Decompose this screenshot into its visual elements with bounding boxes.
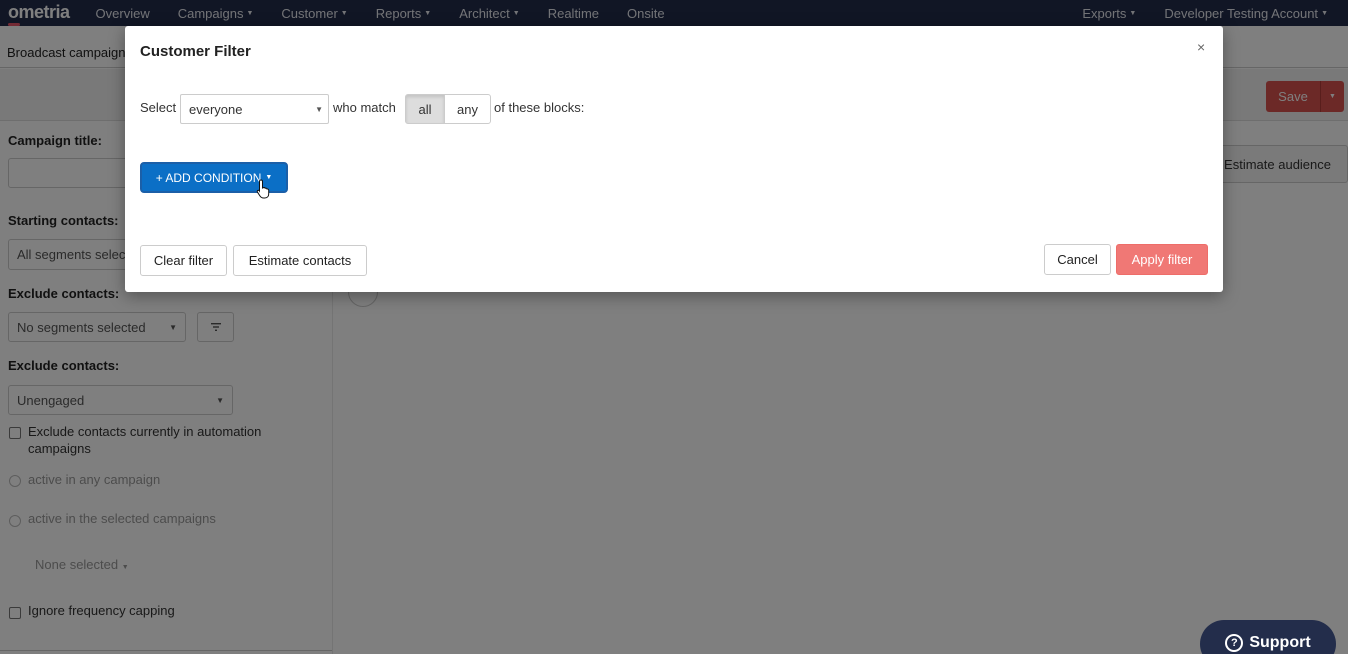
clear-filter-button[interactable]: Clear filter — [140, 245, 227, 276]
support-label: Support — [1249, 634, 1311, 651]
dropdown-arrow-icon: ▼ — [315, 104, 323, 114]
select-prefix-text: Select — [140, 100, 177, 115]
customer-filter-modal: Customer Filter × Select everyone ▼ who … — [125, 26, 1223, 292]
hand-cursor-icon — [256, 179, 270, 199]
help-icon: ? — [1225, 634, 1244, 652]
match-any-toggle[interactable]: any — [444, 94, 491, 124]
apply-filter-button[interactable]: Apply filter — [1116, 244, 1208, 275]
audience-select[interactable]: everyone ▼ — [180, 94, 329, 124]
match-all-toggle[interactable]: all — [405, 94, 445, 124]
estimate-contacts-button[interactable]: Estimate contacts — [233, 245, 367, 276]
audience-select-value: everyone — [189, 101, 243, 117]
who-match-text: who match — [333, 100, 396, 115]
support-button[interactable]: ? Support — [1200, 620, 1336, 654]
close-icon[interactable]: × — [1197, 39, 1205, 55]
of-these-blocks-text: of these blocks: — [494, 100, 585, 115]
cancel-button[interactable]: Cancel — [1044, 244, 1111, 275]
add-condition-label: + ADD CONDITION — [155, 170, 262, 185]
modal-title: Customer Filter — [140, 43, 251, 60]
